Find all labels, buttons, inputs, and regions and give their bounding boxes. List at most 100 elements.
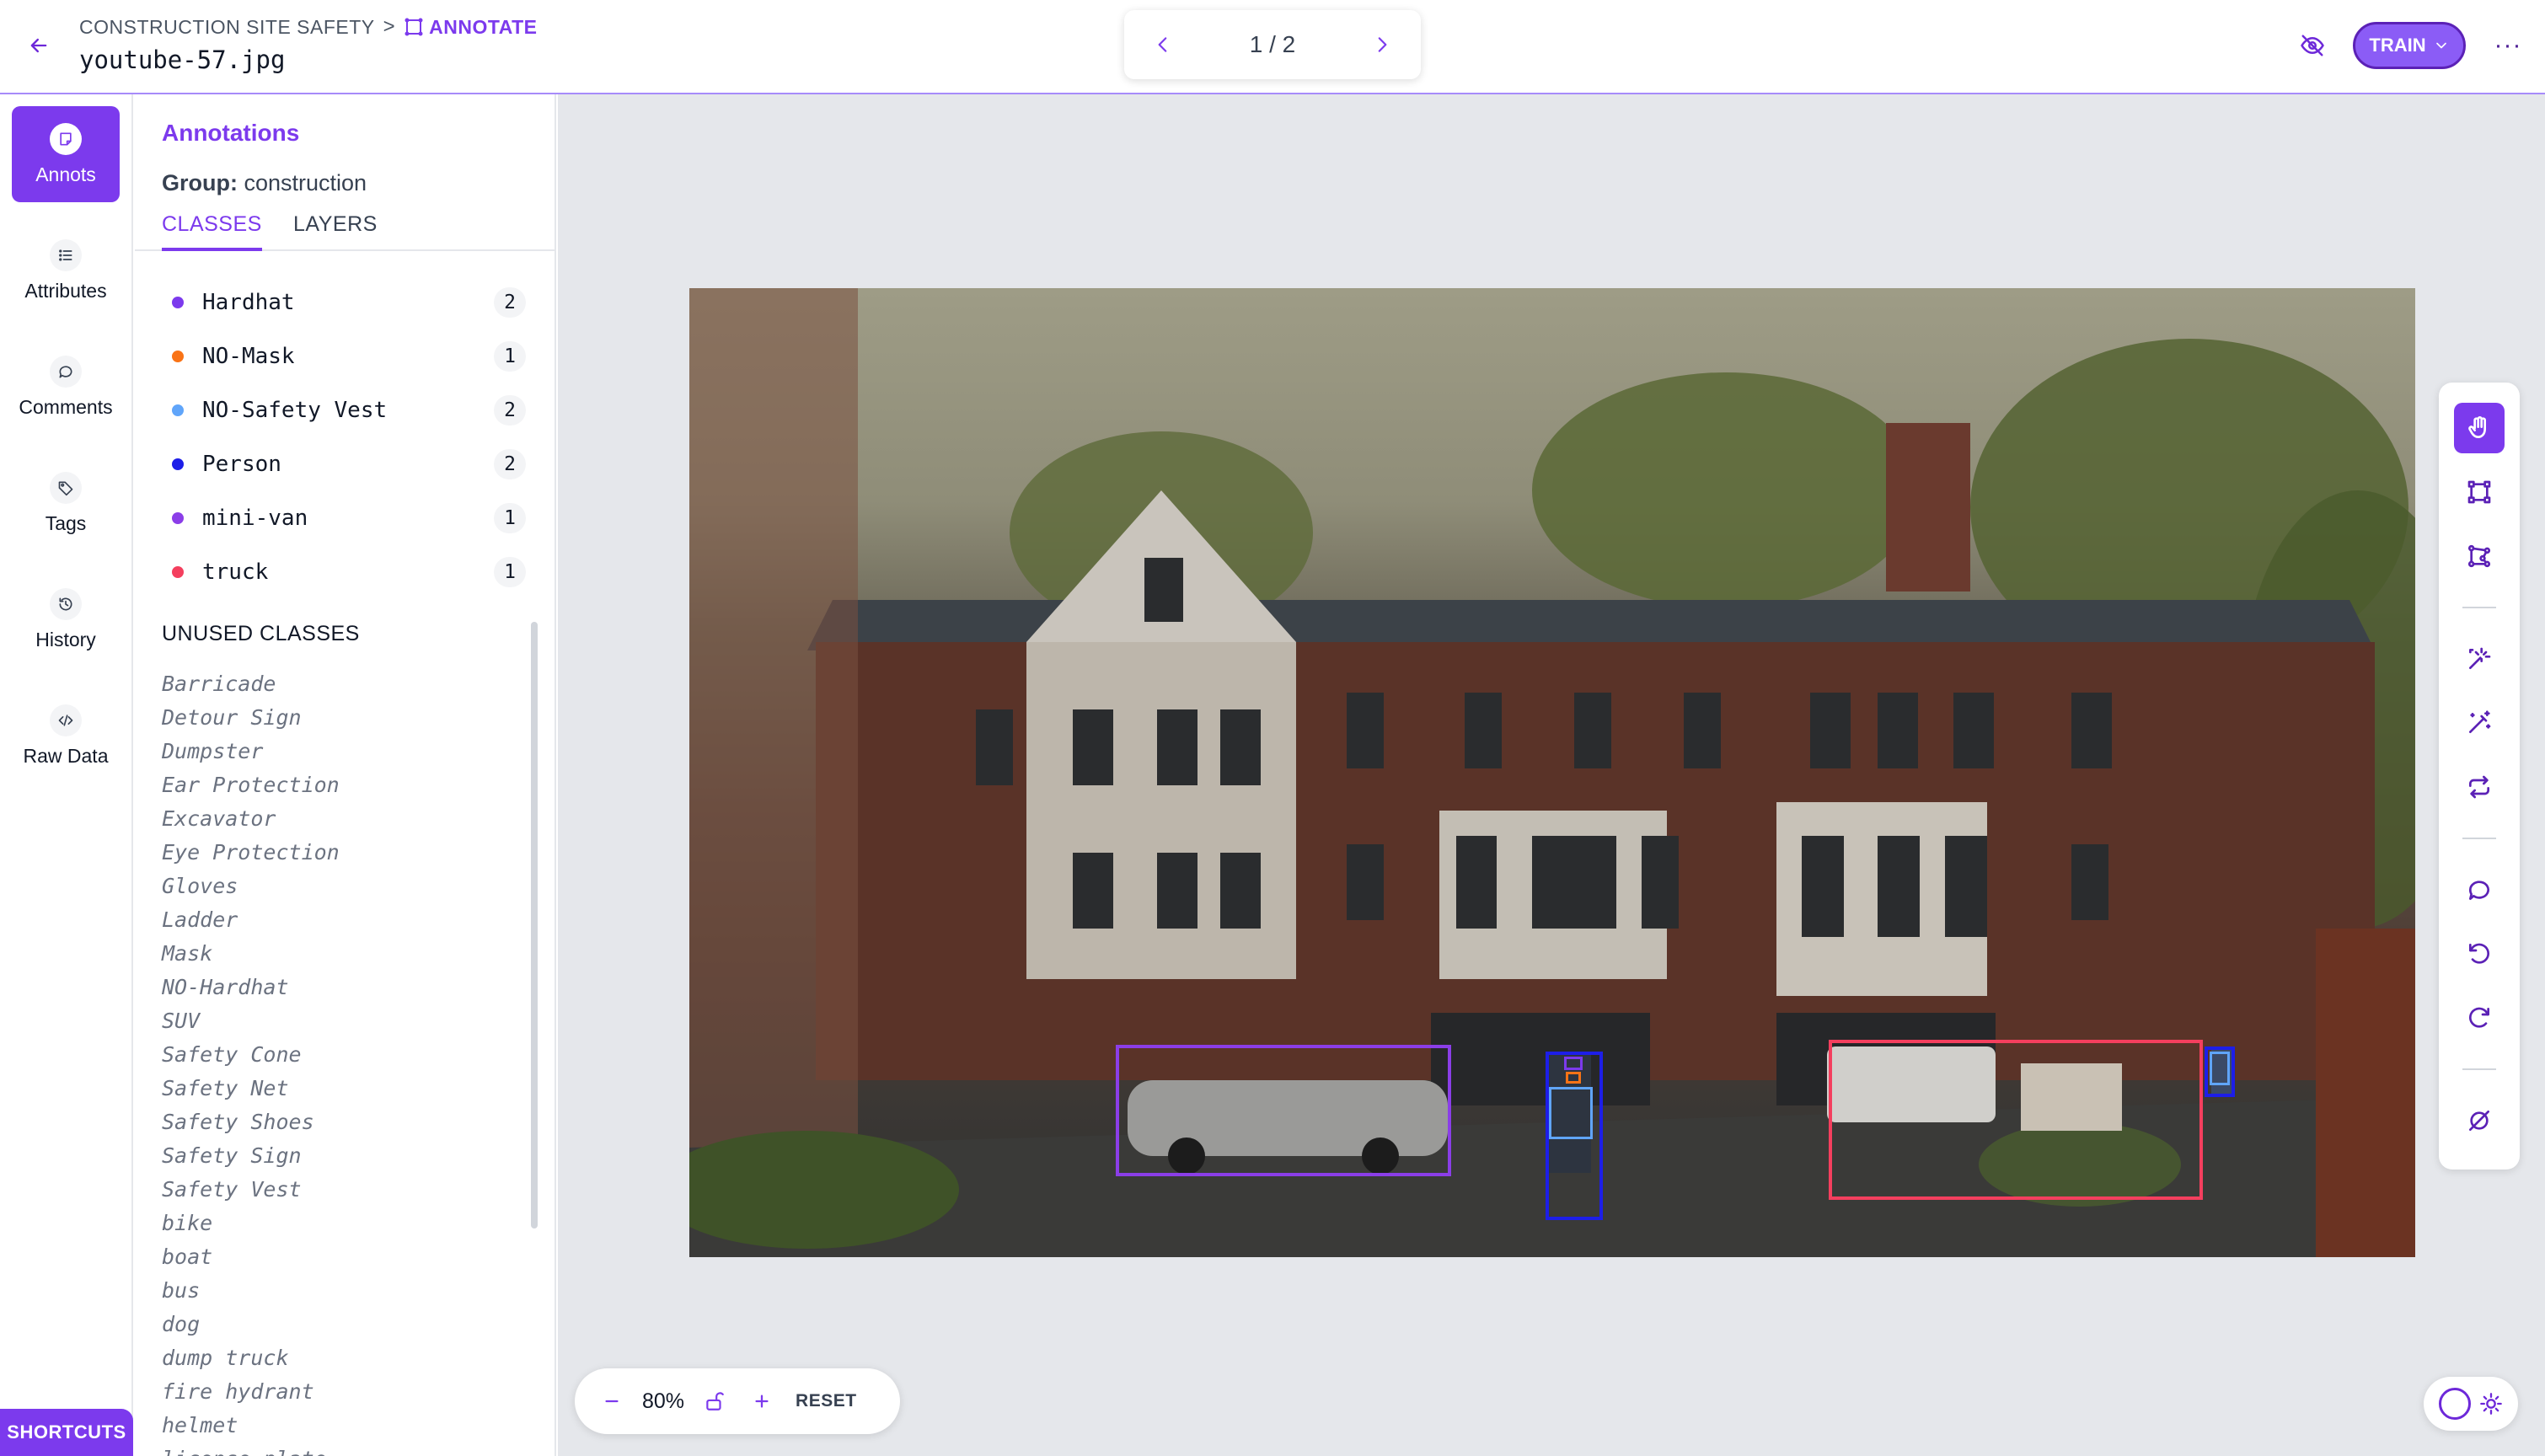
breadcrumb-separator: > xyxy=(383,15,396,38)
unused-class-item[interactable]: Barricade xyxy=(162,667,516,701)
panel-scrollbar[interactable] xyxy=(531,622,538,1228)
unused-class-item[interactable]: Ear Protection xyxy=(162,768,516,802)
toolbar-divider xyxy=(2462,607,2496,608)
drag-hand-icon[interactable] xyxy=(2454,403,2505,453)
unused-class-item[interactable]: license plate xyxy=(162,1443,516,1456)
annotation-icon xyxy=(50,122,82,155)
group-value: construction xyxy=(244,170,367,195)
rail-item-annots[interactable]: Annots xyxy=(12,106,120,202)
theme-toggle[interactable] xyxy=(2424,1377,2518,1431)
train-button[interactable]: TRAIN xyxy=(2353,22,2466,69)
class-color-dot xyxy=(172,297,184,308)
file-name: youtube-57.jpg xyxy=(79,46,286,74)
top-header: CONSTRUCTION SITE SAFETY > ANNOTATE yout… xyxy=(0,0,2545,94)
unused-class-item[interactable]: bus xyxy=(162,1274,516,1308)
unused-class-item[interactable]: fire hydrant xyxy=(162,1375,516,1409)
undo-icon[interactable] xyxy=(2454,929,2505,979)
breadcrumb-project[interactable]: CONSTRUCTION SITE SAFETY xyxy=(79,16,375,39)
unused-class-item[interactable]: Excavator xyxy=(162,802,516,836)
class-color-dot xyxy=(172,351,184,362)
hide-annotations-icon[interactable] xyxy=(2296,29,2329,62)
unused-class-item[interactable]: Ladder xyxy=(162,903,516,937)
chevron-down-icon xyxy=(2435,42,2446,49)
bbox-no-safety-vest[interactable] xyxy=(2210,1052,2230,1085)
unused-class-item[interactable]: Safety Cone xyxy=(162,1038,516,1072)
unused-class-item[interactable]: Safety Net xyxy=(162,1072,516,1105)
rail-item-attributes[interactable]: Attributes xyxy=(12,222,120,318)
annotate-icon xyxy=(405,18,423,36)
unused-class-item[interactable]: helmet xyxy=(162,1409,516,1443)
smart-polygon-icon[interactable] xyxy=(2454,634,2505,684)
rail-item-history[interactable]: History xyxy=(12,571,120,667)
class-row-mini-van[interactable]: mini-van 1 xyxy=(172,500,526,537)
unused-class-item[interactable]: Safety Sign xyxy=(162,1139,516,1173)
unused-class-item[interactable]: NO-Hardhat xyxy=(162,971,516,1004)
class-row-person[interactable]: Person 2 xyxy=(172,446,526,483)
class-row-no-safety-vest[interactable]: NO-Safety Vest 2 xyxy=(172,392,526,429)
class-name: mini-van xyxy=(202,506,308,531)
rail-item-comments[interactable]: Comments xyxy=(12,339,120,435)
unlock-icon[interactable] xyxy=(698,1384,731,1418)
unused-class-item[interactable]: Safety Vest xyxy=(162,1173,516,1207)
magic-wand-icon[interactable] xyxy=(2454,698,2505,748)
class-color-dot xyxy=(172,404,184,416)
polygon-icon[interactable] xyxy=(2454,531,2505,581)
zoom-in-button[interactable] xyxy=(745,1384,779,1418)
class-row-truck[interactable]: truck 1 xyxy=(172,554,526,591)
unused-class-item[interactable]: dump truck xyxy=(162,1341,516,1375)
unused-class-item[interactable]: Detour Sign xyxy=(162,701,516,735)
annotated-image[interactable] xyxy=(689,288,2415,1257)
repeat-previous-icon[interactable] xyxy=(2454,762,2505,812)
unused-class-item[interactable]: dog xyxy=(162,1308,516,1341)
tag-icon xyxy=(50,471,82,504)
unused-class-item[interactable]: Gloves xyxy=(162,870,516,903)
class-name: NO-Mask xyxy=(202,344,295,369)
annotation-canvas[interactable] xyxy=(558,94,2545,1456)
zoom-level: 80% xyxy=(642,1389,685,1413)
bbox-truck[interactable] xyxy=(1829,1040,2203,1200)
clear-icon[interactable] xyxy=(2454,1095,2505,1146)
tab-layers[interactable]: LAYERS xyxy=(293,209,378,251)
back-arrow-icon[interactable] xyxy=(22,29,56,62)
zoom-controls: 80% RESET xyxy=(575,1368,900,1434)
annotations-panel: Annotations Group: construction CLASSES … xyxy=(135,94,556,1456)
bbox-no-mask[interactable] xyxy=(1566,1072,1581,1084)
more-options-icon[interactable]: ··· xyxy=(2491,29,2525,62)
bbox-mini-van[interactable] xyxy=(1116,1045,1451,1176)
toolbar-divider xyxy=(2462,838,2496,839)
class-count-badge: 1 xyxy=(494,557,526,587)
zoom-out-button[interactable] xyxy=(595,1384,629,1418)
tab-classes[interactable]: CLASSES xyxy=(162,209,262,251)
shortcuts-button[interactable]: SHORTCUTS xyxy=(0,1409,133,1456)
class-color-dot xyxy=(172,566,184,578)
unused-class-item[interactable]: Dumpster xyxy=(162,735,516,768)
class-name: Person xyxy=(202,452,281,477)
image-pager: 1 / 2 xyxy=(1124,10,1421,79)
unused-class-item[interactable]: bike xyxy=(162,1207,516,1240)
class-name: Hardhat xyxy=(202,290,295,315)
unused-class-item[interactable]: Safety Shoes xyxy=(162,1105,516,1139)
rail-item-raw-data[interactable]: Raw Data xyxy=(12,688,120,784)
rail-item-label: Annots xyxy=(35,163,96,185)
class-row-no-mask[interactable]: NO-Mask 1 xyxy=(172,338,526,375)
unused-class-item[interactable]: Eye Protection xyxy=(162,836,516,870)
reset-zoom-button[interactable]: RESET xyxy=(796,1391,857,1411)
previous-image-icon[interactable] xyxy=(1148,29,1178,60)
class-name: NO-Safety Vest xyxy=(202,398,388,423)
unused-class-item[interactable]: SUV xyxy=(162,1004,516,1038)
sun-icon xyxy=(2480,1393,2502,1415)
redo-icon[interactable] xyxy=(2454,993,2505,1043)
comment-icon[interactable] xyxy=(2454,864,2505,915)
comment-icon xyxy=(50,355,82,388)
panel-title: Annotations xyxy=(162,120,300,146)
bbox-hardhat[interactable] xyxy=(1564,1057,1583,1070)
class-row-hardhat[interactable]: Hardhat 2 xyxy=(172,284,526,321)
pager-text: 1 / 2 xyxy=(1249,31,1296,57)
rail-item-tags[interactable]: Tags xyxy=(12,455,120,551)
unused-class-item[interactable]: boat xyxy=(162,1240,516,1274)
next-image-icon[interactable] xyxy=(1367,29,1397,60)
class-count-badge: 1 xyxy=(494,341,526,372)
unused-class-item[interactable]: Mask xyxy=(162,937,516,971)
bbox-no-safety-vest[interactable] xyxy=(1549,1087,1593,1139)
bounding-box-icon[interactable] xyxy=(2454,467,2505,517)
